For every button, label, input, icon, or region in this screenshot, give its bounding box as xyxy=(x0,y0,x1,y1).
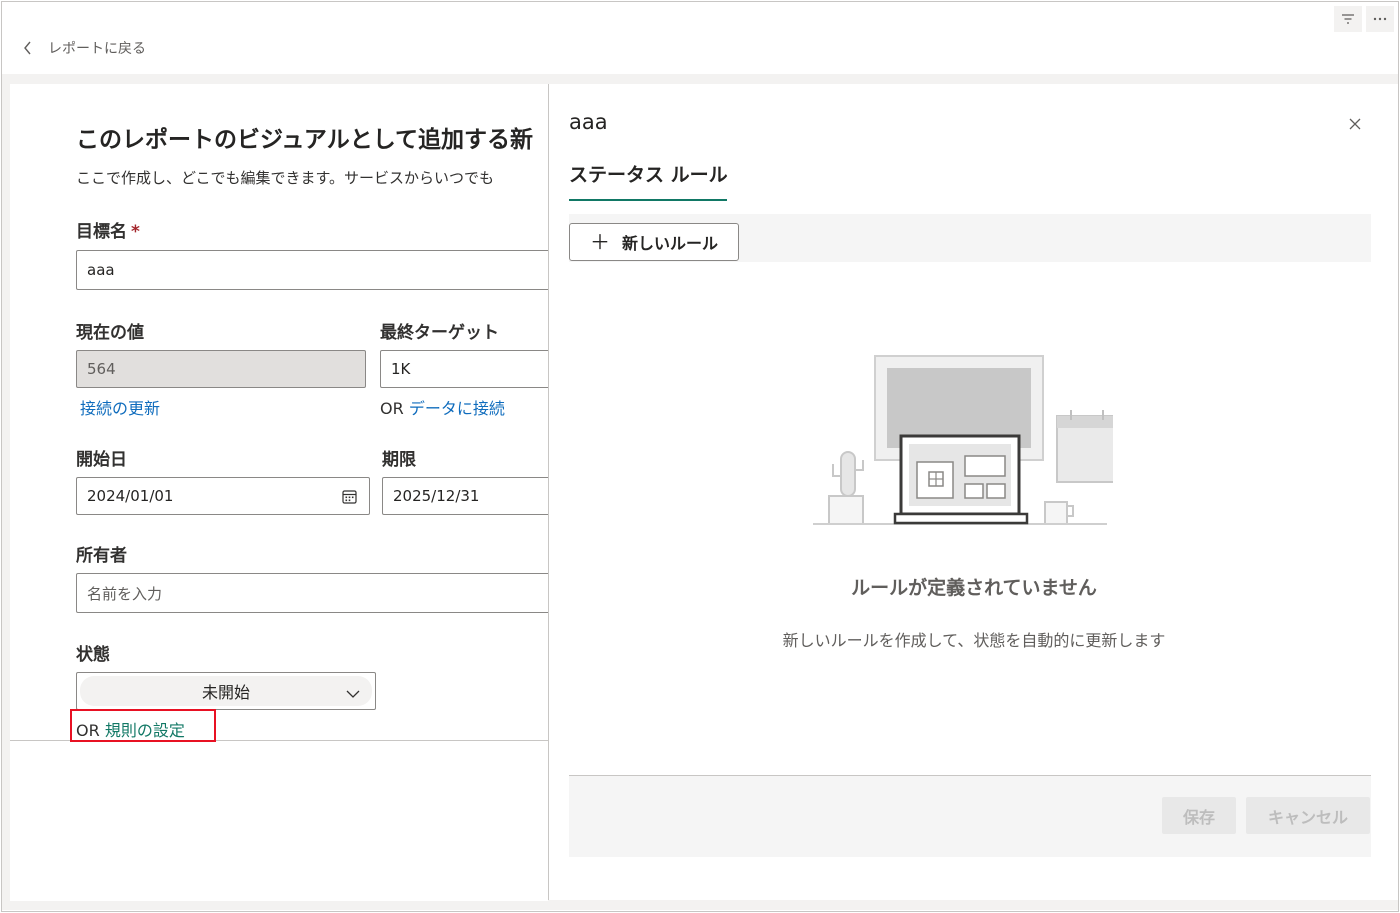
left-blank-area xyxy=(10,741,548,901)
rules-toolbar: ＋ 新しいルール xyxy=(569,214,1371,262)
start-date-input[interactable]: 2024/01/01 xyxy=(76,477,370,515)
owner-placeholder: 名前を入力 xyxy=(87,584,163,603)
form-description: ここで作成し、どこでも編集できます。サービスからいつでも xyxy=(76,169,495,187)
calendar-icon[interactable] xyxy=(342,489,357,504)
owner-label: 所有者 xyxy=(76,546,127,566)
cancel-button[interactable]: キャンセル xyxy=(1246,797,1370,834)
panel-footer: 保存 キャンセル xyxy=(569,776,1371,857)
owner-input[interactable]: 名前を入力 xyxy=(76,573,548,613)
top-bar: レポートに戻る xyxy=(2,2,1398,74)
required-mark: * xyxy=(131,222,140,242)
current-value: 564 xyxy=(87,360,116,378)
due-date-input[interactable]: 2025/12/31 xyxy=(382,477,548,515)
back-label: レポートに戻る xyxy=(48,41,146,57)
goal-name-input[interactable]: aaa xyxy=(76,250,548,290)
due-date-value: 2025/12/31 xyxy=(393,487,480,505)
highlight-box xyxy=(70,709,216,742)
empty-state-illustration xyxy=(813,355,1113,525)
close-icon[interactable] xyxy=(1348,116,1362,130)
filter-icon[interactable] xyxy=(1334,6,1362,32)
chevron-down-icon xyxy=(346,684,360,703)
refresh-connection-link[interactable]: 接続の更新 xyxy=(80,395,160,419)
form-title: このレポートのビジュアルとして追加する新 xyxy=(76,127,534,153)
final-target-value: 1K xyxy=(391,360,411,378)
status-value: 未開始 xyxy=(201,683,250,702)
new-rule-label: 新しいルール xyxy=(621,234,718,253)
status-select-inner: 未開始 xyxy=(80,676,372,706)
save-button[interactable]: 保存 xyxy=(1162,797,1236,834)
more-icon[interactable] xyxy=(1366,6,1394,32)
current-value-label: 現在の値 xyxy=(76,323,144,343)
status-rules-panel: aaa ステータス ルール ＋ 新しいルール ルールが定義されていません 新しい… xyxy=(548,84,1398,900)
plus-icon: ＋ xyxy=(589,230,610,254)
connect-data-link[interactable]: データに接続 xyxy=(409,399,505,418)
goal-name-value: aaa xyxy=(87,261,115,279)
chevron-left-icon xyxy=(22,41,34,55)
empty-state-title: ルールが定義されていません xyxy=(851,577,1097,599)
tab-status-rules[interactable]: ステータス ルール xyxy=(569,160,728,201)
empty-state-description: 新しいルールを作成して、状態を自動的に更新します xyxy=(782,631,1166,650)
goal-form: このレポートのビジュアルとして追加する新 ここで作成し、どこでも編集できます。サ… xyxy=(10,84,548,741)
current-value-input: 564 xyxy=(76,350,366,388)
goal-name-label: 目標名 * xyxy=(76,222,140,242)
final-target-label: 最終ターゲット xyxy=(380,323,499,343)
panel-title: aaa xyxy=(569,110,608,134)
start-date-value: 2024/01/01 xyxy=(87,487,174,505)
new-rule-button[interactable]: ＋ 新しいルール xyxy=(569,223,739,261)
status-dropdown[interactable]: 未開始 xyxy=(76,672,376,710)
due-date-label: 期限 xyxy=(382,450,416,470)
top-icons xyxy=(1334,6,1394,32)
final-target-input[interactable]: 1K xyxy=(380,350,548,388)
start-date-label: 開始日 xyxy=(76,450,127,470)
status-label: 状態 xyxy=(76,645,110,665)
back-to-report-button[interactable]: レポートに戻る xyxy=(22,38,146,58)
connect-data-row: OR データに接続 xyxy=(380,399,505,418)
